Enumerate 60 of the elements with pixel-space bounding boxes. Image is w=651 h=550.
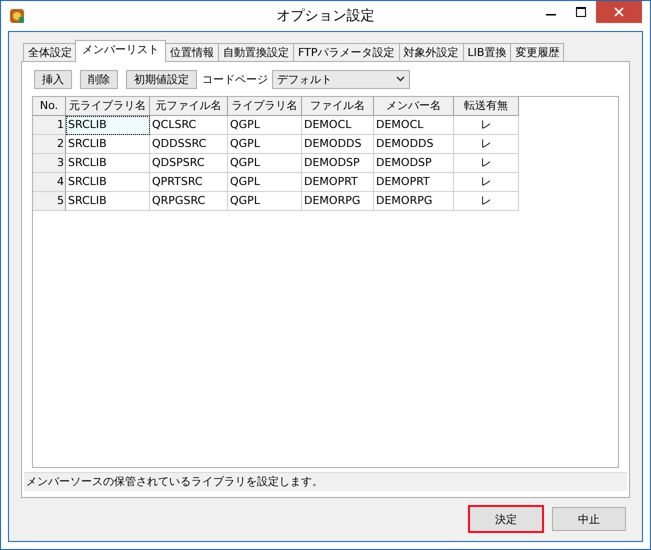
- table-cell: レ: [454, 173, 519, 192]
- table-cell: DEMORPG: [374, 192, 454, 211]
- toolbar-button[interactable]: 挿入: [34, 70, 72, 88]
- table-cell: QCLSRC: [150, 116, 228, 135]
- table-cell: DEMODSP: [374, 154, 454, 173]
- app-icon: [9, 8, 25, 24]
- table-cell: QGPL: [228, 154, 302, 173]
- table-cell: レ: [454, 192, 519, 211]
- table-cell: QDDSSRC: [150, 135, 228, 154]
- table-cell: QGPL: [228, 135, 302, 154]
- tab[interactable]: 全体設定: [23, 43, 77, 62]
- table-cell: レ: [454, 135, 519, 154]
- table-cell: SRCLIB: [66, 135, 150, 154]
- code-page-label: コードページ: [202, 72, 268, 86]
- close-icon: [614, 7, 624, 17]
- column-header[interactable]: 元ファイル名: [150, 97, 228, 116]
- table-cell: DEMOPRT: [374, 173, 454, 192]
- table-cell: DEMOCL: [302, 116, 374, 135]
- caret-icon: [396, 76, 405, 82]
- table-cell: QPRTSRC: [150, 173, 228, 192]
- code-page-dropdown[interactable]: デフォルト: [272, 70, 410, 88]
- table-cell: QGPL: [228, 173, 302, 192]
- maximize-icon: [576, 7, 586, 17]
- table-cell: レ: [454, 116, 519, 135]
- window-title: オプション設定: [276, 7, 376, 25]
- table-cell: QRPGSRC: [150, 192, 228, 211]
- row-header[interactable]: 1: [33, 116, 66, 135]
- table-cell: DEMORPG: [302, 192, 374, 211]
- column-header[interactable]: メンバー名: [374, 97, 454, 116]
- column-header[interactable]: No.: [33, 97, 66, 116]
- minimize-icon: [546, 14, 556, 16]
- table-cell: QGPL: [228, 192, 302, 211]
- table-cell: SRCLIB: [66, 192, 150, 211]
- table-cell: SRCLIB: [66, 154, 150, 173]
- toolbar-button[interactable]: 初期値設定: [126, 70, 197, 88]
- dialog-button[interactable]: 決定: [468, 505, 544, 533]
- status-text: メンバーソースの保管されているライブラリを設定します。: [24, 472, 627, 491]
- toolbar-button[interactable]: 削除: [80, 70, 118, 88]
- column-header[interactable]: 転送有無: [454, 97, 519, 116]
- close-button[interactable]: [596, 1, 642, 23]
- row-header[interactable]: 3: [33, 154, 66, 173]
- table-cell: DEMOPRT: [302, 173, 374, 192]
- table-cell: DEMODDS: [302, 135, 374, 154]
- column-header[interactable]: 元ライブラリ名: [66, 97, 150, 116]
- row-header[interactable]: 2: [33, 135, 66, 154]
- row-header[interactable]: 4: [33, 173, 66, 192]
- table-cell: DEMODDS: [374, 135, 454, 154]
- table-cell: DEMOCL: [374, 116, 454, 135]
- tab[interactable]: 変更履歴: [510, 43, 564, 62]
- table-cell: SRCLIB: [66, 173, 150, 192]
- table-cell: SRCLIB: [66, 116, 150, 135]
- row-header[interactable]: 5: [33, 192, 66, 211]
- column-header[interactable]: ファイル名: [302, 97, 374, 116]
- dialog-button[interactable]: 中止: [552, 507, 626, 531]
- table-cell: DEMODSP: [302, 154, 374, 173]
- column-header[interactable]: ライブラリ名: [228, 97, 302, 116]
- table-cell: QDSPSRC: [150, 154, 228, 173]
- tab[interactable]: メンバーリスト: [75, 40, 166, 62]
- table-cell: QGPL: [228, 116, 302, 135]
- table-cell: レ: [454, 154, 519, 173]
